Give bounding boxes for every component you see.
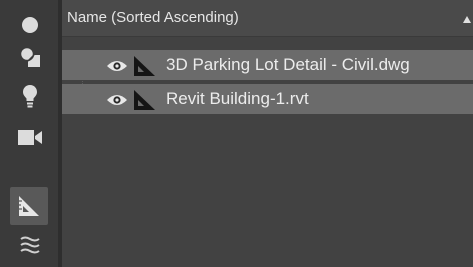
- lightbulb-icon[interactable]: [17, 84, 43, 110]
- circle-icon[interactable]: [17, 12, 43, 38]
- scene-browser-panel: Name (Sorted Ascending) 3D Parking Lot D…: [0, 0, 473, 267]
- ruler-triangle-icon: [132, 55, 156, 81]
- video-camera-icon[interactable]: [17, 125, 43, 151]
- column-header-name[interactable]: Name (Sorted Ascending): [62, 0, 473, 37]
- materials-icon[interactable]: [17, 44, 43, 70]
- file-name: Revit Building-1.rvt: [166, 89, 309, 108]
- sort-ascending-icon[interactable]: [463, 16, 471, 23]
- ruler-triangle-icon[interactable]: [10, 187, 48, 225]
- eye-icon[interactable]: [106, 92, 128, 111]
- list-item[interactable]: Revit Building-1.rvt: [62, 84, 473, 114]
- column-header-label: Name (Sorted Ascending): [67, 9, 239, 26]
- waves-icon[interactable]: [17, 233, 43, 259]
- file-list-panel: Name (Sorted Ascending) 3D Parking Lot D…: [62, 0, 473, 267]
- eye-icon[interactable]: [106, 58, 128, 77]
- ruler-triangle-icon: [132, 89, 156, 115]
- sidebar-toolbar: [0, 0, 58, 267]
- file-name: 3D Parking Lot Detail - Civil.dwg: [166, 55, 410, 74]
- list-item[interactable]: 3D Parking Lot Detail - Civil.dwg: [62, 50, 473, 80]
